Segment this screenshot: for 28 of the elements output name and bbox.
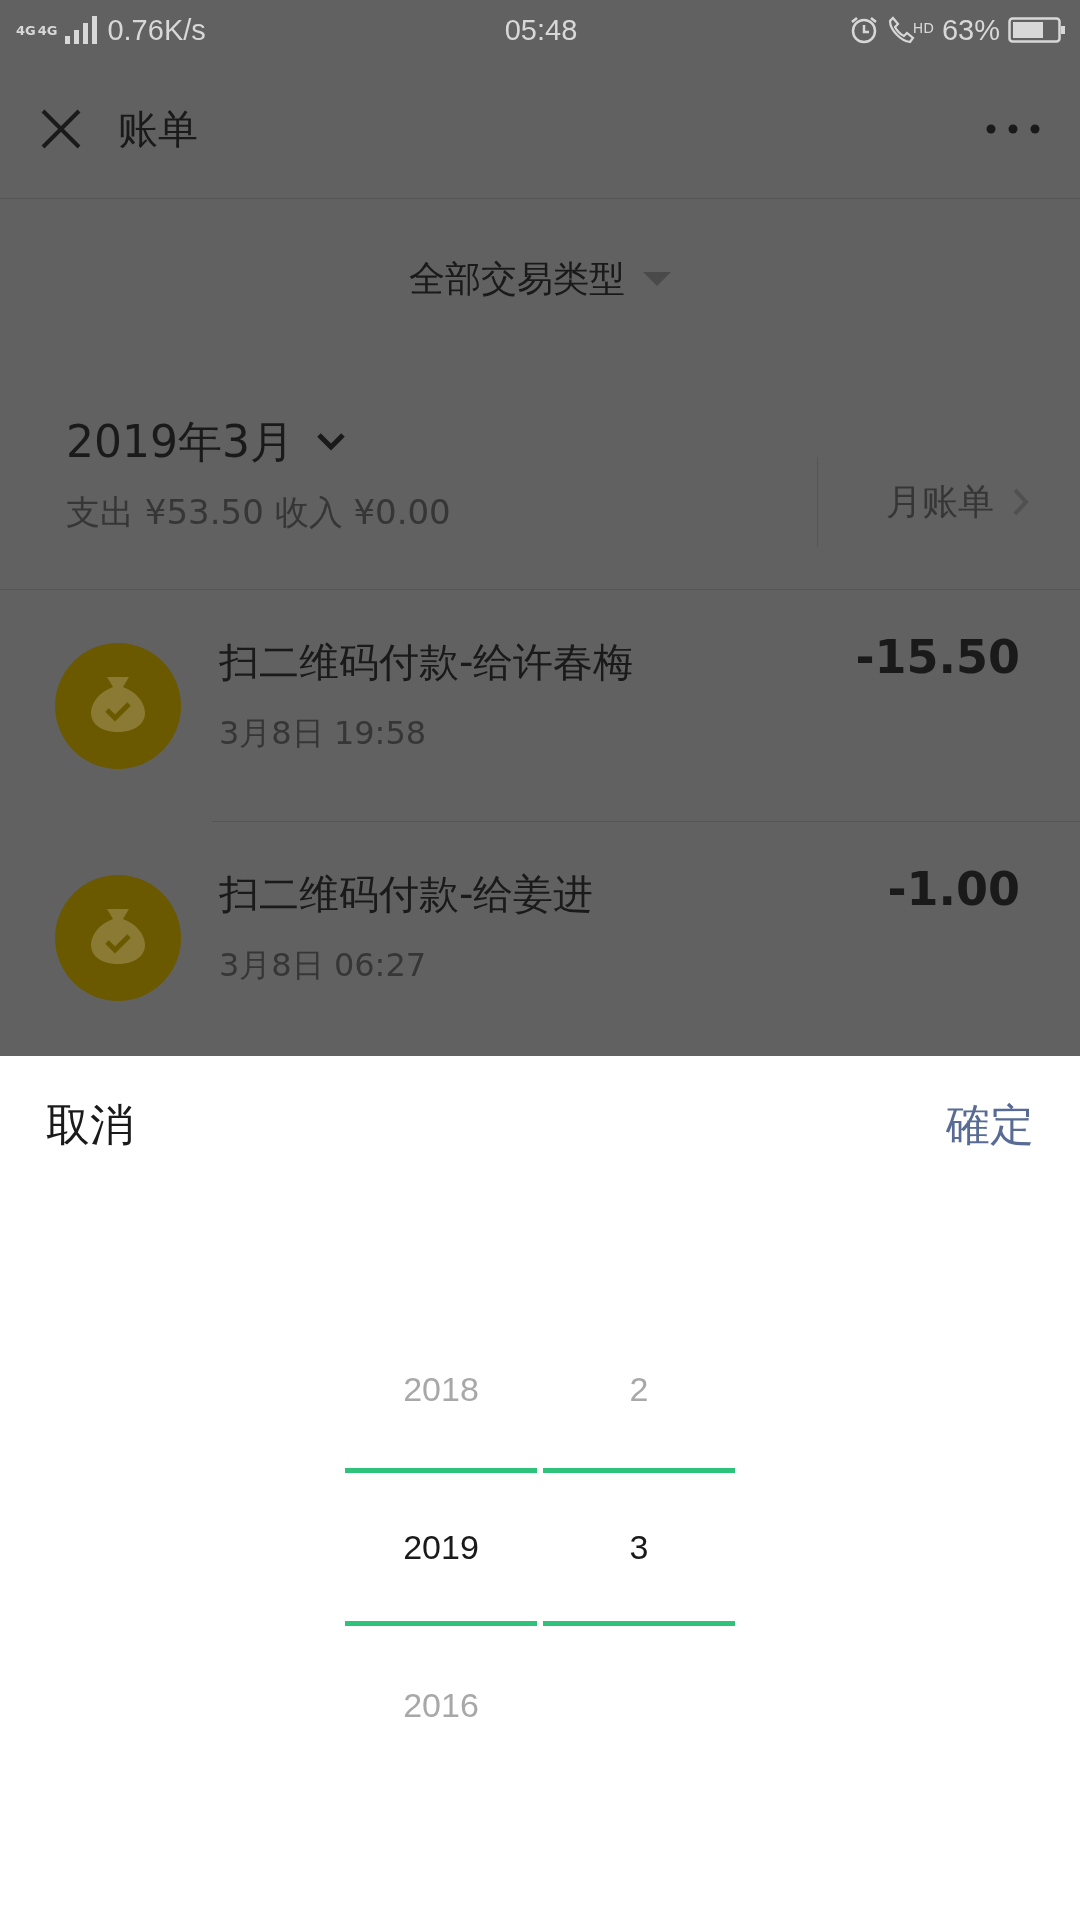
transaction-amount: -1.00 <box>887 862 1020 916</box>
network-label: 4G <box>16 22 36 38</box>
hd-label: HD <box>912 19 934 36</box>
signal-icon <box>65 16 100 44</box>
clock: 05:48 <box>504 13 578 47</box>
picker-option[interactable]: 2 <box>543 1310 735 1468</box>
network-speed: 0.76K/s <box>107 13 206 47</box>
cancel-button[interactable]: 取消 <box>46 1096 134 1155</box>
transaction-title: 扫二维码付款-给许春梅 <box>219 637 635 687</box>
battery-icon <box>1008 17 1066 43</box>
network-label: 4G <box>37 22 58 38</box>
transaction-amount: -15.50 <box>855 630 1020 684</box>
money-bag-icon <box>55 875 181 1001</box>
transaction-type-dropdown[interactable]: 全部交易类型 <box>409 254 671 304</box>
close-icon[interactable] <box>40 108 82 150</box>
picker-option[interactable]: 2019 <box>345 1468 537 1626</box>
battery-percent: 63% <box>941 13 1000 47</box>
more-icon[interactable] <box>986 124 1040 134</box>
chevron-down-icon <box>316 432 346 452</box>
page-title: 账单 <box>118 104 199 154</box>
money-bag-icon <box>55 643 181 769</box>
picker-option[interactable]: 2018 <box>345 1310 537 1468</box>
transaction-title: 扫二维码付款-给姜进 <box>219 869 595 919</box>
picker-option[interactable]: 2016 <box>345 1626 537 1784</box>
phone-icon <box>886 15 915 45</box>
month-selector[interactable]: 2019年3月 <box>66 412 346 472</box>
confirm-button[interactable]: 確定 <box>946 1096 1034 1155</box>
picker-option[interactable]: 3 <box>543 1468 735 1626</box>
